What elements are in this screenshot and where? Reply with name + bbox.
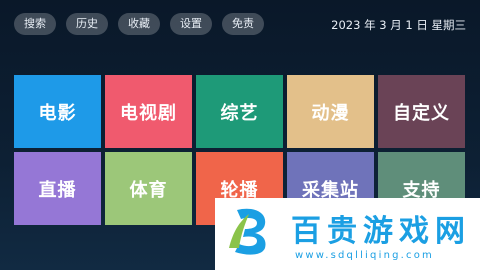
tile-custom[interactable]: 自定义	[378, 75, 465, 148]
watermark-url: www.sdqlliqing.com	[295, 250, 434, 261]
nav-settings-button[interactable]: 设置	[170, 13, 212, 35]
tile-anime[interactable]: 动漫	[287, 75, 374, 148]
nav-search-button[interactable]: 搜索	[14, 13, 56, 35]
watermark-title: 百贵游戏网	[291, 214, 471, 249]
tile-sports[interactable]: 体育	[105, 152, 192, 225]
date-display: 2023 年 3 月 1 日 星期三	[331, 18, 466, 32]
tile-movies[interactable]: 电影	[14, 75, 101, 148]
nav-disclaimer-button[interactable]: 免责	[222, 13, 264, 35]
tile-variety[interactable]: 综艺	[196, 75, 283, 148]
watermark-overlay: 百贵游戏网 www.sdqlliqing.com	[215, 198, 480, 270]
top-nav: 搜索 历史 收藏 设置 免责	[14, 13, 264, 35]
nav-favorites-button[interactable]: 收藏	[118, 13, 160, 35]
tile-tv-series[interactable]: 电视剧	[105, 75, 192, 148]
nav-history-button[interactable]: 历史	[66, 13, 108, 35]
watermark-logo-icon	[229, 208, 266, 255]
tile-live[interactable]: 直播	[14, 152, 101, 225]
